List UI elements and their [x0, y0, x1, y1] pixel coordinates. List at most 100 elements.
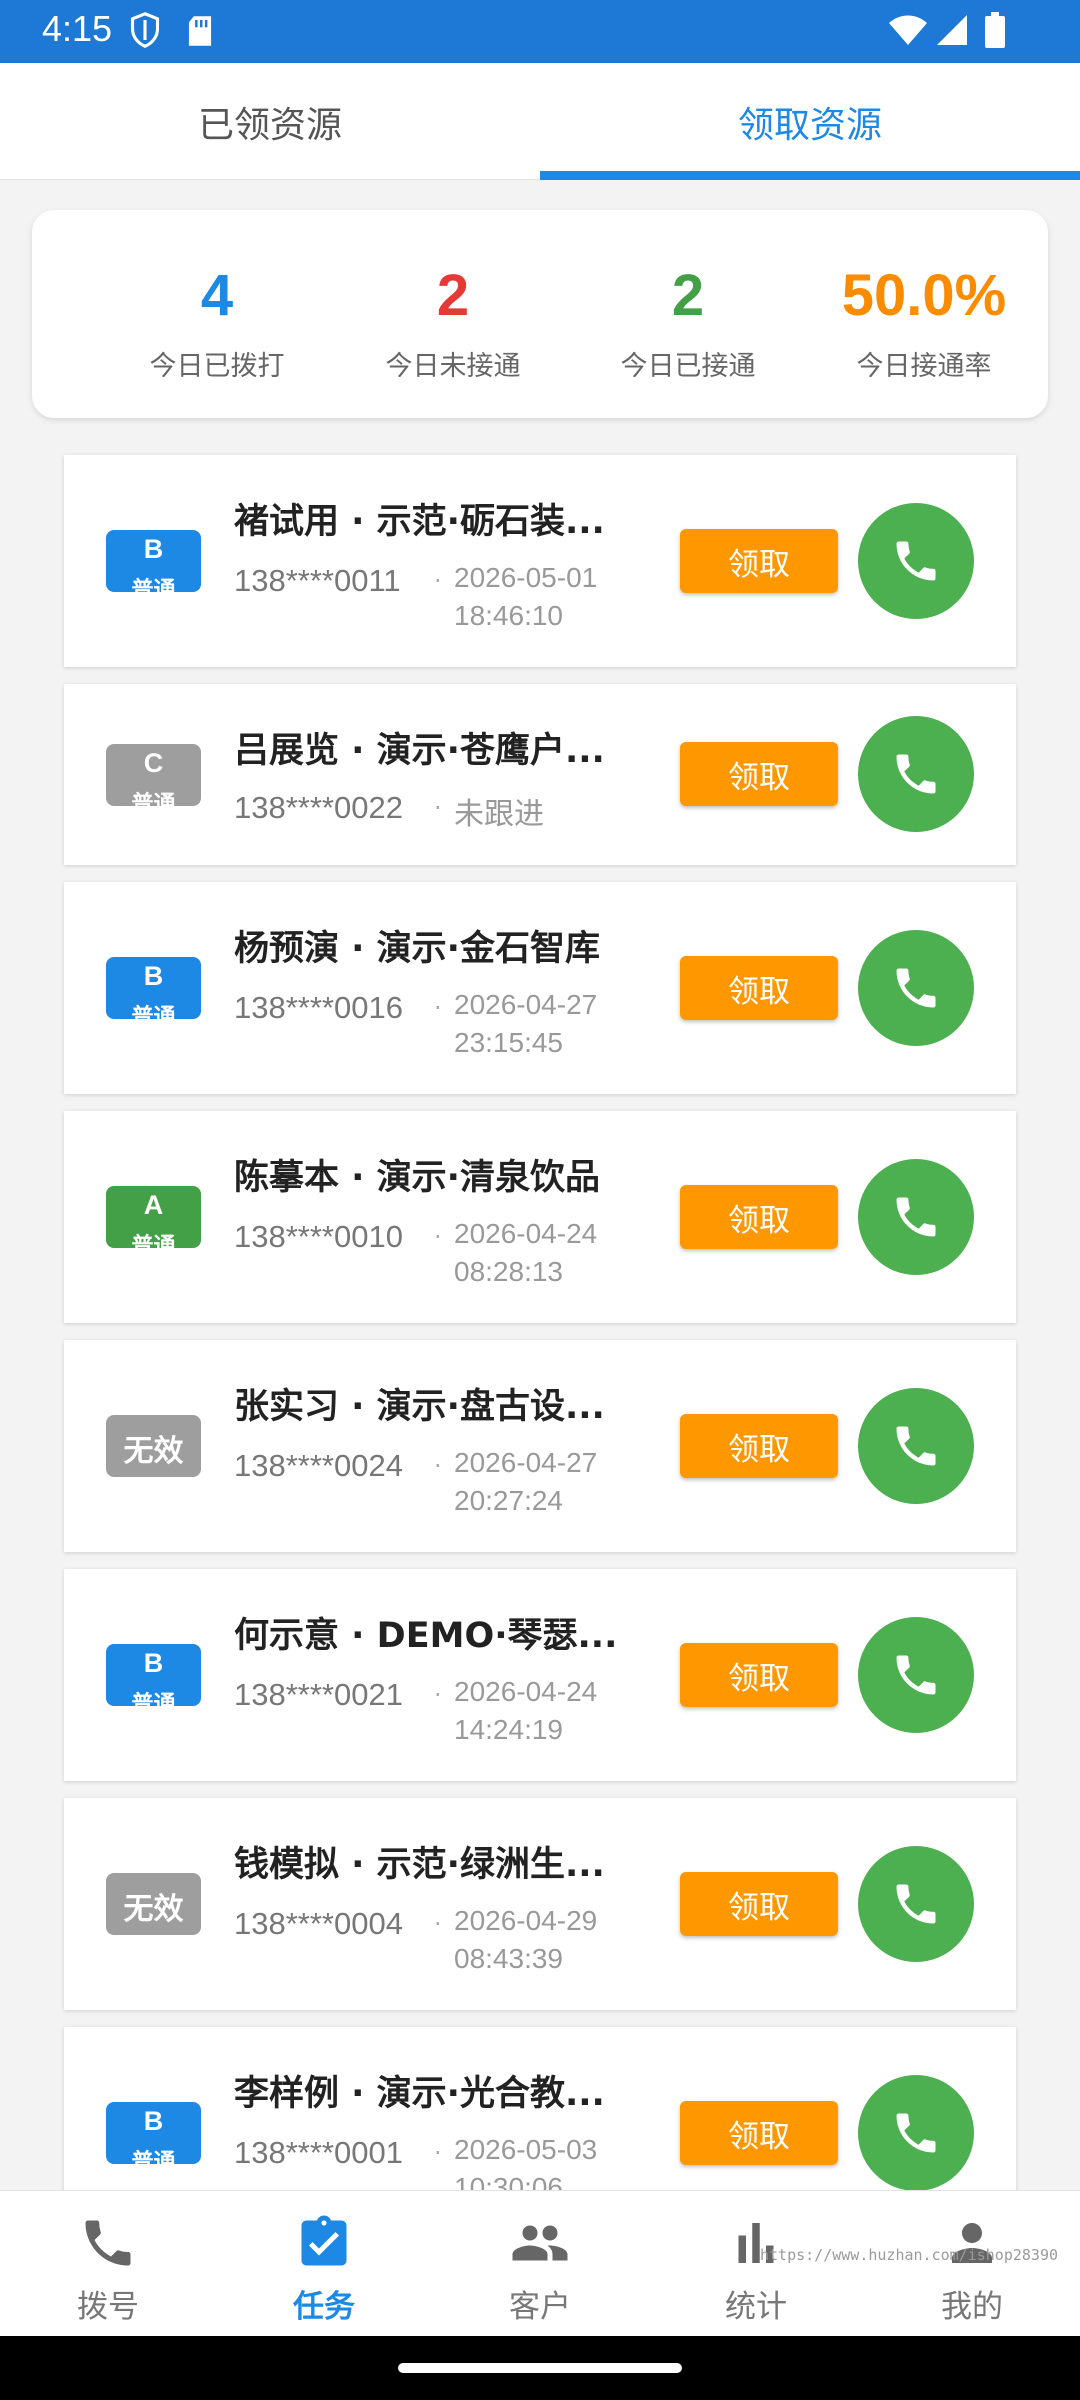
level-badge: C 普通 — [106, 744, 201, 806]
list-item[interactable]: B 普通 褚试用 · 示范·砺石装... 138****0011 · 2026-… — [64, 455, 1016, 667]
phone-icon — [896, 1197, 936, 1237]
contact-name: 李样例 · 演示·光合教... — [234, 2074, 605, 2114]
contact-date: 2026-05-01 — [454, 562, 598, 593]
contact-time: 10:30:06 — [454, 2172, 563, 2190]
stat-connected-label: 今日已接通 — [620, 351, 756, 382]
sd-card-icon — [188, 16, 212, 46]
contact-last-call: 2026-04-24 08:28:13 — [454, 1215, 644, 1291]
contact-date: 2026-04-24 — [454, 1676, 598, 1707]
nav-dial-label: 拨号 — [77, 2289, 139, 2325]
contact-time: 18:46:10 — [454, 600, 563, 631]
contact-phone: 138****0016 — [234, 990, 403, 1025]
contact-date: 2026-04-27 — [454, 1447, 598, 1478]
call-button[interactable] — [858, 716, 974, 832]
contact-date: 2026-04-24 — [454, 1218, 598, 1249]
call-button[interactable] — [858, 1159, 974, 1275]
level-letter: B — [143, 534, 164, 564]
contact-time: 14:24:19 — [454, 1714, 563, 1745]
level-sub: 普通 — [131, 1234, 176, 1248]
claim-button[interactable]: 领取 — [680, 1872, 838, 1936]
battery-icon — [985, 12, 1005, 48]
claim-button[interactable]: 领取 — [680, 529, 838, 593]
wifi-icon — [889, 15, 927, 45]
status-time: 4:15 — [42, 8, 113, 49]
stat-connect-rate: 50.0% 今日接通率 — [806, 210, 1042, 418]
stat-not-connected-value: 2 — [436, 263, 470, 328]
contact-time: 08:28:13 — [454, 1256, 563, 1287]
nav-customers-label: 客户 — [509, 2289, 571, 2325]
nav-statistics[interactable]: 统计 — [648, 2191, 864, 2337]
level-badge: B 普通 — [106, 2102, 201, 2164]
claim-button[interactable]: 领取 — [680, 1643, 838, 1707]
nav-customers[interactable]: 客户 — [432, 2191, 648, 2337]
nav-tasks-label: 任务 — [293, 2289, 355, 2325]
call-button[interactable] — [858, 1617, 974, 1733]
separator-dot: · — [434, 1452, 442, 1480]
call-button[interactable] — [858, 2075, 974, 2190]
list-item[interactable]: B 普通 何示意 · DEMO·琴瑟... 138****0021 · 2026… — [64, 1569, 1016, 1781]
stat-connected-value: 2 — [671, 263, 705, 328]
claim-button[interactable]: 领取 — [680, 1414, 838, 1478]
claim-button[interactable]: 领取 — [680, 2101, 838, 2165]
cell-signal-icon — [937, 15, 967, 45]
contact-last-call: 2026-04-29 08:43:39 — [454, 1902, 644, 1978]
claim-button[interactable]: 领取 — [680, 1185, 838, 1249]
stat-connect-rate-label: 今日接通率 — [856, 351, 992, 382]
level-badge: B 普通 — [106, 1644, 201, 1706]
contact-date: 2026-04-27 — [454, 989, 598, 1020]
contact-follow-status: 未跟进 — [454, 797, 544, 832]
contact-phone: 138****0001 — [234, 2135, 403, 2170]
phone-icon — [896, 1884, 936, 1924]
separator-dot: · — [434, 1910, 442, 1938]
contact-time: 23:15:45 — [454, 1027, 563, 1058]
tab-bar: 已领资源 领取资源 — [0, 63, 1080, 180]
contact-last-call: 2026-04-27 23:15:45 — [454, 986, 644, 1062]
phone-icon — [896, 541, 936, 581]
list-item[interactable]: 无效 钱模拟 · 示范·绿洲生... 138****0004 · 2026-04… — [64, 1798, 1016, 2010]
list-item[interactable]: B 普通 李样例 · 演示·光合教... 138****0001 · 2026-… — [64, 2027, 1016, 2190]
contact-name: 褚试用 · 示范·砺石装... — [234, 502, 605, 542]
bar-chart-icon — [738, 2223, 774, 2263]
status-bar: 4:15 — [0, 0, 1080, 63]
separator-dot: · — [434, 1681, 442, 1709]
level-sub: 普通 — [131, 1692, 176, 1706]
claim-button[interactable]: 领取 — [680, 956, 838, 1020]
stat-connected: 2 今日已接通 — [570, 210, 806, 418]
contact-phone: 138****0010 — [234, 1219, 403, 1254]
nav-dial[interactable]: 拨号 — [0, 2191, 216, 2337]
contact-date: 2026-05-03 — [454, 2134, 598, 2165]
stat-not-connected: 2 今日未接通 — [335, 210, 571, 418]
level-letter: C — [143, 748, 164, 778]
stat-dialed: 4 今日已拨打 — [99, 210, 335, 418]
contact-last-call: 2026-04-24 14:24:19 — [454, 1673, 644, 1749]
contact-last-call: 2026-05-03 10:30:06 — [454, 2131, 644, 2190]
contact-name: 陈摹本 · 演示·清泉饮品 — [234, 1158, 600, 1198]
contact-name: 张实习 · 演示·盘古设... — [234, 1387, 605, 1427]
nav-profile[interactable]: 我的 — [864, 2191, 1080, 2337]
contact-name: 杨预演 · 演示·金石智库 — [234, 929, 600, 969]
call-button[interactable] — [858, 1846, 974, 1962]
level-sub: 普通 — [131, 1005, 176, 1019]
list-item[interactable]: 无效 张实习 · 演示·盘古设... 138****0024 · 2026-04… — [64, 1340, 1016, 1552]
list-item[interactable]: A 普通 陈摹本 · 演示·清泉饮品 138****0010 · 2026-04… — [64, 1111, 1016, 1323]
separator-dot: · — [434, 794, 442, 822]
call-button[interactable] — [858, 930, 974, 1046]
resource-list[interactable]: B 普通 褚试用 · 示范·砺石装... 138****0011 · 2026-… — [0, 440, 1080, 2190]
nav-tasks[interactable]: 任务 — [216, 2191, 432, 2337]
level-sub: 普通 — [131, 792, 176, 806]
call-button[interactable] — [858, 503, 974, 619]
shield-icon — [130, 12, 160, 48]
list-item[interactable]: C 普通 吕展览 · 演示·苍鹰户... 138****0022 · 未跟进 领… — [64, 684, 1016, 865]
home-gesture-handle[interactable] — [398, 2363, 682, 2373]
contact-name: 吕展览 · 演示·苍鹰户... — [234, 731, 605, 771]
contact-last-call: 2026-04-27 20:27:24 — [454, 1444, 644, 1520]
separator-dot: · — [434, 567, 442, 595]
nav-profile-label: 我的 — [941, 2289, 1003, 2325]
call-button[interactable] — [858, 1388, 974, 1504]
list-item[interactable]: B 普通 杨预演 · 演示·金石智库 138****0016 · 2026-04… — [64, 882, 1016, 1094]
tab-claim-resources[interactable]: 领取资源 — [540, 63, 1080, 180]
level-invalid-label: 无效 — [123, 1892, 184, 1927]
tab-claimed-resources[interactable]: 已领资源 — [0, 63, 540, 180]
claim-button[interactable]: 领取 — [680, 742, 838, 806]
contact-phone: 138****0011 — [234, 563, 401, 598]
